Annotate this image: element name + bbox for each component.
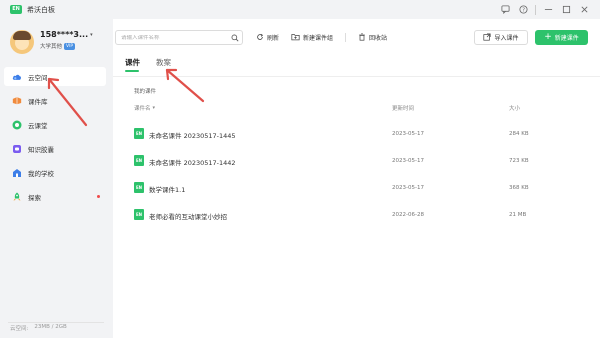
app-title: 希沃白板	[27, 5, 55, 14]
tab-bar: 课件 教案	[125, 57, 171, 72]
sidebar-item-explore[interactable]: 探索	[4, 187, 106, 206]
school-icon	[12, 168, 22, 178]
tabs-divider	[113, 76, 600, 77]
tab-courseware[interactable]: 课件	[125, 57, 140, 72]
table-header: 课件名 ▾ 更新时间 大小	[134, 104, 584, 114]
table-row[interactable]: EN 数学课件1.1 2023-05-17 368 KB	[134, 175, 584, 202]
notification-dot	[97, 195, 100, 198]
chevron-down-icon[interactable]: ▾	[90, 32, 93, 38]
sidebar-item-cloud-space[interactable]: 云空间	[4, 67, 106, 86]
title-bar: EN 希沃白板 ?	[0, 0, 600, 19]
sidebar-item-label: 我的学校	[28, 169, 54, 178]
cloud-icon	[12, 72, 22, 82]
file-name: 老师必看的互动课堂小妙招	[149, 213, 227, 221]
search-box	[115, 30, 243, 45]
sort-down-icon: ▾	[152, 105, 156, 111]
tab-lesson-plan[interactable]: 教案	[156, 57, 171, 72]
maximize-icon[interactable]	[560, 4, 572, 16]
trash-icon	[358, 32, 366, 43]
sidebar-item-label: 课件库	[28, 97, 48, 106]
library-icon	[12, 96, 22, 106]
sidebar-item-cloud-classroom[interactable]: 云课堂	[4, 115, 106, 134]
breadcrumb[interactable]: 我的课件	[134, 87, 156, 95]
storage-label: 云空间:	[10, 326, 29, 332]
feedback-icon[interactable]	[499, 4, 511, 16]
storage-value: 23MB / 2GB	[34, 324, 67, 330]
file-name: 数学课件1.1	[149, 186, 186, 194]
table-row[interactable]: EN 未命名课件 20230517-1442 2023-05-17 723 KB	[134, 148, 584, 175]
column-header-name[interactable]: 课件名 ▾	[134, 104, 155, 112]
storage-divider	[8, 322, 104, 323]
file-size: 21 MB	[509, 212, 527, 218]
file-date: 2023-05-17	[392, 185, 424, 191]
main-content: 刷新 新建课件组 回收站 导入课件 + 新建课件 课件 教案 我的课件	[113, 19, 600, 338]
toolbar: 刷新 新建课件组 回收站	[256, 30, 387, 45]
import-courseware-button[interactable]: 导入课件	[474, 30, 528, 45]
column-header-date[interactable]: 更新时间	[392, 104, 414, 112]
avatar[interactable]	[10, 30, 34, 54]
close-icon[interactable]	[578, 4, 590, 16]
user-role: 大学其他	[40, 44, 63, 50]
recycle-bin-button[interactable]: 回收站	[358, 32, 387, 43]
toolbar-divider	[345, 33, 347, 42]
folder-add-icon	[291, 33, 300, 43]
app-logo: EN	[10, 5, 22, 14]
courseware-file-icon: EN	[134, 182, 144, 193]
new-group-button[interactable]: 新建课件组	[291, 33, 333, 43]
courseware-file-icon: EN	[134, 155, 144, 166]
search-icon[interactable]	[228, 31, 242, 44]
capsule-icon	[12, 144, 22, 154]
vip-badge: VIP	[64, 42, 76, 50]
window-controls: ?	[499, 0, 590, 19]
rocket-icon	[12, 192, 22, 202]
sidebar: 158****3... ▾ 大学其他 VIP 云空间 课件库 云课堂 知识胶囊 …	[0, 19, 113, 338]
courseware-file-icon: EN	[134, 209, 144, 220]
sidebar-item-courseware-library[interactable]: 课件库	[4, 91, 106, 110]
table-row[interactable]: EN 老师必看的互动课堂小妙招 2022-06-28 21 MB	[134, 202, 584, 229]
refresh-icon	[256, 33, 264, 43]
refresh-button[interactable]: 刷新	[256, 33, 279, 43]
svg-text:?: ?	[522, 7, 525, 13]
minimize-icon[interactable]	[542, 4, 554, 16]
table-row[interactable]: EN 未命名课件 20230517-1445 2023-05-17 284 KB	[134, 121, 584, 148]
file-size: 723 KB	[509, 158, 529, 164]
courseware-file-icon: EN	[134, 128, 144, 139]
column-header-size[interactable]: 大小	[509, 104, 520, 112]
file-size: 368 KB	[509, 185, 529, 191]
storage-usage: 云空间: 23MB / 2GB	[10, 324, 67, 332]
file-date: 2023-05-17	[392, 158, 424, 164]
file-size: 284 KB	[509, 131, 529, 137]
classroom-icon	[12, 120, 22, 130]
titlebar-divider	[535, 4, 536, 15]
file-list: EN 未命名课件 20230517-1445 2023-05-17 284 KB…	[134, 121, 584, 229]
help-icon[interactable]: ?	[517, 4, 529, 16]
sidebar-item-my-school[interactable]: 我的学校	[4, 163, 106, 182]
sidebar-nav: 云空间 课件库 云课堂 知识胶囊 我的学校 探索	[4, 67, 106, 211]
new-courseware-button[interactable]: + 新建课件	[535, 30, 588, 45]
sidebar-item-label: 探索	[28, 193, 41, 202]
user-name: 158****3...	[40, 30, 89, 39]
sidebar-item-label: 云课堂	[28, 121, 48, 130]
file-name: 未命名课件 20230517-1442	[149, 159, 236, 167]
file-date: 2022-06-28	[392, 212, 424, 218]
search-input[interactable]	[121, 34, 228, 41]
sidebar-item-knowledge-capsule[interactable]: 知识胶囊	[4, 139, 106, 158]
sidebar-item-label: 知识胶囊	[28, 145, 54, 154]
file-date: 2023-05-17	[392, 131, 424, 137]
import-icon	[483, 32, 492, 43]
plus-icon: +	[544, 32, 552, 42]
file-name: 未命名课件 20230517-1445	[149, 132, 236, 140]
sidebar-item-label: 云空间	[28, 73, 48, 82]
user-profile[interactable]: 158****3... ▾ 大学其他 VIP	[10, 30, 93, 54]
